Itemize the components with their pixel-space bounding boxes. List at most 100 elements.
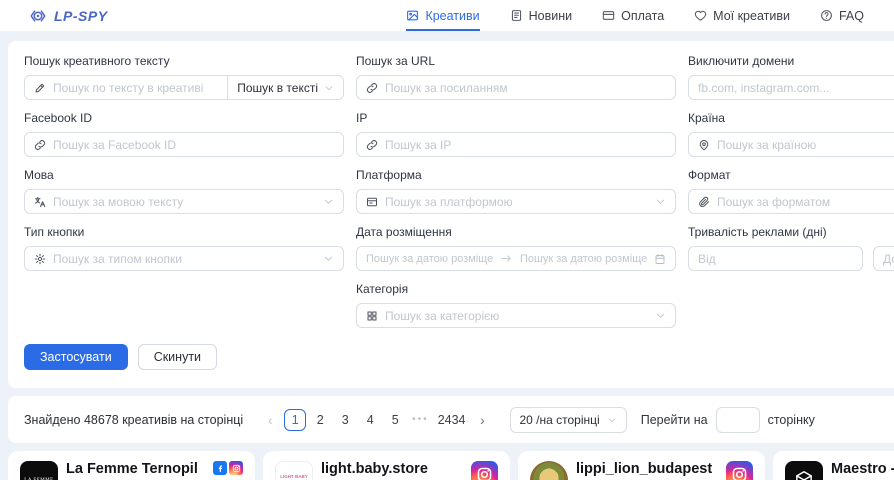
nav-item-news[interactable]: Новини bbox=[510, 0, 573, 31]
button-type-select[interactable] bbox=[24, 246, 344, 271]
nav-label: Мої креативи bbox=[713, 9, 790, 23]
creatives-list: LA FEMME La Femme Ternopil 2025-11-20 21… bbox=[8, 451, 894, 480]
exclude-domains-input[interactable] bbox=[698, 81, 894, 95]
top-header: LP-SPY Креативи Новини Оплата Мої креати… bbox=[0, 0, 894, 31]
language-input[interactable] bbox=[53, 195, 316, 209]
nav-item-my-creatives[interactable]: Мої креативи bbox=[694, 0, 790, 31]
nav-item-faq[interactable]: FAQ bbox=[820, 0, 864, 31]
pagination-last-page[interactable]: 2434 bbox=[435, 409, 469, 431]
date-to-input[interactable] bbox=[520, 253, 647, 265]
goto-suffix-label: сторінку bbox=[768, 413, 815, 427]
platform-input[interactable] bbox=[385, 195, 648, 209]
field-platform: Платформа bbox=[356, 168, 676, 214]
creative-card[interactable]: LA FEMME La Femme Ternopil 2025-11-20 21… bbox=[8, 451, 255, 480]
field-label: Facebook ID bbox=[24, 111, 344, 125]
duration-from-input[interactable] bbox=[698, 252, 853, 266]
url-input[interactable] bbox=[385, 81, 666, 95]
field-label: Мова bbox=[24, 168, 344, 182]
goto-page-input[interactable] bbox=[716, 407, 760, 433]
calendar-icon bbox=[654, 253, 666, 265]
field-ad-duration: Тривалість реклами (дні) bbox=[688, 225, 894, 271]
creative-title: light.baby.store bbox=[321, 461, 463, 478]
field-facebook-id: Facebook ID bbox=[24, 111, 344, 157]
field-label: Категорія bbox=[356, 282, 676, 296]
facebook-id-input[interactable] bbox=[53, 138, 334, 152]
chevron-down-icon bbox=[607, 415, 617, 425]
brand-name: LP-SPY bbox=[54, 8, 108, 24]
arrow-right-icon bbox=[500, 252, 513, 265]
pagination-page-3[interactable]: 3 bbox=[334, 409, 356, 431]
date-range-picker[interactable] bbox=[356, 246, 676, 271]
field-language: Мова bbox=[24, 168, 344, 214]
nav-label: Новини bbox=[529, 9, 573, 23]
translate-icon bbox=[34, 196, 46, 208]
pagination-page-2[interactable]: 2 bbox=[309, 409, 331, 431]
field-category: Категорія bbox=[356, 282, 676, 328]
creative-title: lippi_lion_budapest bbox=[576, 461, 718, 478]
field-label: Тип кнопки bbox=[24, 225, 344, 239]
instagram-icon[interactable] bbox=[726, 461, 753, 480]
nav-item-payment[interactable]: Оплата bbox=[602, 0, 664, 31]
reset-button[interactable]: Скинути bbox=[138, 344, 217, 370]
social-icons bbox=[213, 461, 243, 480]
cube-logo-icon bbox=[793, 469, 815, 480]
avatar: LIGHT BABY STORE bbox=[275, 461, 313, 480]
category-select[interactable] bbox=[356, 303, 676, 328]
instagram-icon[interactable] bbox=[229, 461, 243, 475]
creative-title: Maestro - кухні, меблі на замовлення в У… bbox=[831, 461, 894, 480]
field-label: Країна bbox=[688, 111, 894, 125]
creative-card[interactable]: lippi_lion_budapest 2025-11-20 21:02:03 … bbox=[518, 451, 765, 480]
avatar bbox=[530, 461, 568, 480]
field-label: IP bbox=[356, 111, 676, 125]
button-type-input[interactable] bbox=[53, 252, 316, 266]
pagination-page-4[interactable]: 4 bbox=[359, 409, 381, 431]
pagination-page-1[interactable]: 1 bbox=[284, 409, 306, 431]
pagination-prev-button[interactable]: ‹ bbox=[259, 409, 281, 431]
text-search-mode-select[interactable]: Пошук в тексті bbox=[228, 75, 344, 100]
apply-button[interactable]: Застосувати bbox=[24, 344, 128, 370]
results-bar: Знайдено 48678 креативів на сторінці ‹ 1… bbox=[8, 396, 894, 443]
creative-card[interactable]: Maestro - кухні, меблі на замовлення в У… bbox=[773, 451, 894, 480]
creative-card[interactable]: LIGHT BABY STORE light.baby.store 2025-1… bbox=[263, 451, 510, 480]
category-input[interactable] bbox=[385, 309, 648, 323]
link-icon bbox=[34, 139, 46, 151]
pagination: ‹ 1 2 3 4 5 ••• 2434 › bbox=[259, 409, 493, 431]
nav-label: FAQ bbox=[839, 9, 864, 23]
pagination-ellipsis[interactable]: ••• bbox=[409, 409, 432, 431]
instagram-icon[interactable] bbox=[471, 461, 498, 480]
category-icon bbox=[366, 310, 378, 322]
goto-page: Перейти на сторінку bbox=[641, 407, 815, 433]
pagination-next-button[interactable]: › bbox=[472, 409, 494, 431]
faq-icon bbox=[820, 9, 833, 22]
brand-logo[interactable]: LP-SPY bbox=[28, 7, 108, 25]
chevron-down-icon bbox=[655, 310, 666, 321]
language-select[interactable] bbox=[24, 189, 344, 214]
nav-item-creatives[interactable]: Креативи bbox=[406, 0, 479, 31]
chevron-down-icon bbox=[323, 196, 334, 207]
duration-to-input[interactable] bbox=[883, 252, 894, 266]
page-size-select[interactable]: 20 /на сторінці bbox=[510, 407, 627, 433]
pencil-icon bbox=[34, 82, 46, 94]
my-creatives-icon bbox=[694, 9, 707, 22]
link-icon bbox=[366, 139, 378, 151]
creative-text-input[interactable] bbox=[53, 81, 218, 95]
payment-icon bbox=[602, 9, 615, 22]
field-format: Формат bbox=[688, 168, 894, 214]
country-input[interactable] bbox=[717, 138, 894, 152]
nav-label: Оплата bbox=[621, 9, 664, 23]
facebook-icon[interactable] bbox=[213, 461, 227, 475]
field-ip: IP bbox=[356, 111, 676, 157]
format-input[interactable] bbox=[717, 195, 894, 209]
link-icon bbox=[366, 82, 378, 94]
gear-icon bbox=[34, 253, 46, 265]
ip-input[interactable] bbox=[385, 138, 666, 152]
field-url: Пошук за URL bbox=[356, 54, 676, 100]
date-from-input[interactable] bbox=[366, 253, 493, 265]
field-label: Платформа bbox=[356, 168, 676, 182]
pagination-page-5[interactable]: 5 bbox=[384, 409, 406, 431]
platform-select[interactable] bbox=[356, 189, 676, 214]
field-label: Пошук креативного тексту bbox=[24, 54, 344, 68]
logo-eye-icon bbox=[28, 7, 48, 25]
platform-icon bbox=[366, 196, 378, 208]
field-country: Країна bbox=[688, 111, 894, 157]
